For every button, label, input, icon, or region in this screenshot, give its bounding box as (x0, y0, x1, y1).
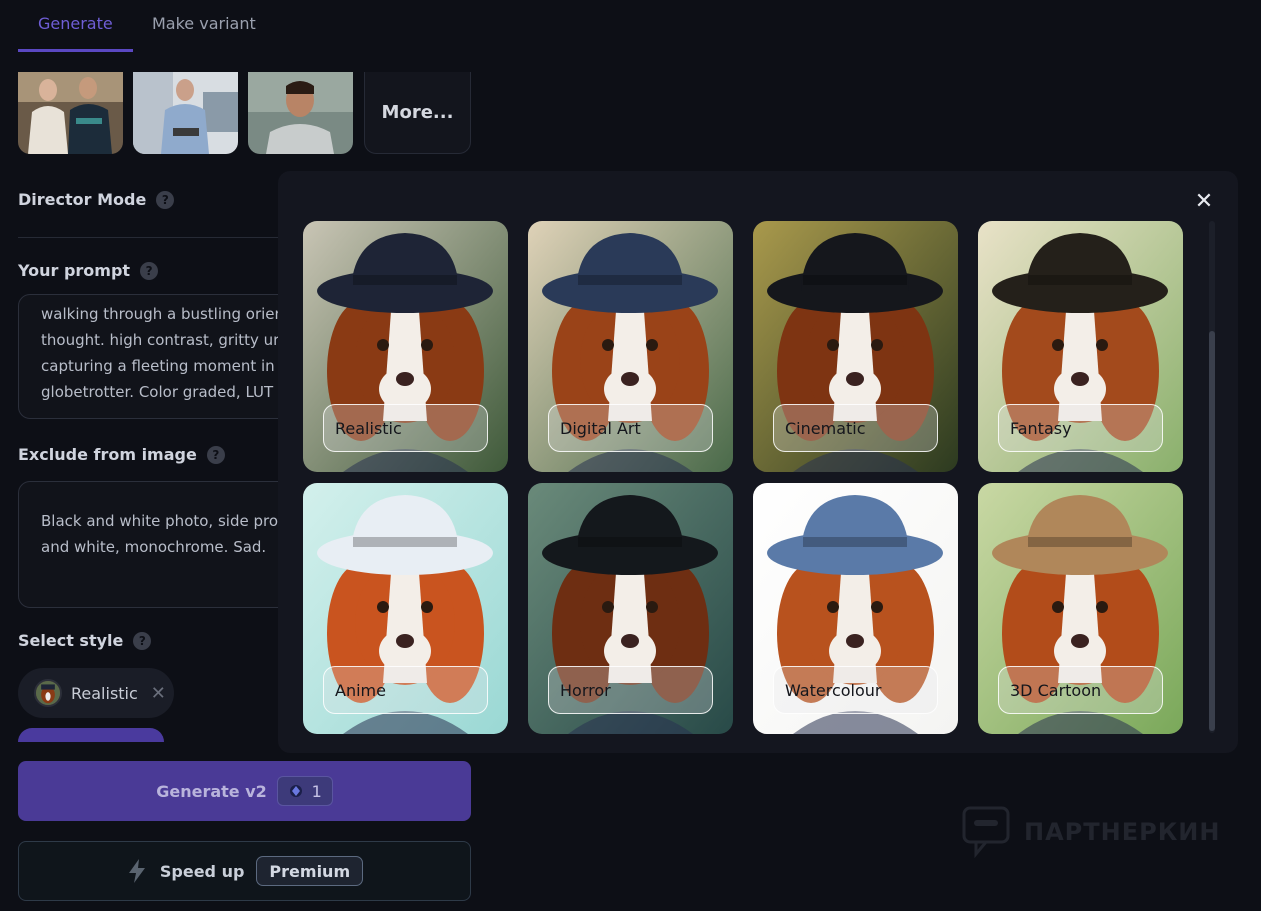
style-card-label: Fantasy (998, 404, 1163, 452)
help-icon[interactable]: ? (133, 631, 152, 650)
hidden-button-edge (18, 728, 164, 742)
preset-thumbnail-man-portrait[interactable] (248, 72, 353, 154)
watermark: ПАРТНЕРКИН (962, 806, 1220, 858)
scrollbar-thumb[interactable] (1209, 331, 1215, 731)
credit-count: 1 (311, 781, 322, 801)
help-icon[interactable]: ? (206, 445, 225, 464)
select-style-row: Select style ? (18, 631, 152, 650)
style-card-label: Watercolour (773, 666, 938, 714)
style-card-digital-art[interactable]: Digital Art (528, 221, 733, 472)
style-card-label: Horror (548, 666, 713, 714)
prompt-label: Your prompt (18, 261, 131, 280)
help-icon[interactable]: ? (156, 190, 175, 209)
style-card-label: Cinematic (773, 404, 938, 452)
prompt-label-row: Your prompt ? (18, 261, 159, 280)
watermark-text: ПАРТНЕРКИН (1024, 818, 1221, 846)
preset-thumbnails: More... (18, 72, 471, 154)
style-card-label: Anime (323, 666, 488, 714)
speed-up-label: Speed up (159, 861, 245, 881)
tab-make-variant[interactable]: Make variant (133, 0, 276, 52)
exclude-label-row: Exclude from image ? (18, 445, 225, 464)
style-card-fantasy[interactable]: Fantasy (978, 221, 1183, 472)
style-picker-modal: ✕ Realistic Digital Art Cinematic Fantasy An… (278, 171, 1238, 753)
style-card-label: 3D Cartoon (998, 666, 1163, 714)
tab-generate[interactable]: Generate (18, 0, 133, 52)
credit-badge: 1 (276, 776, 333, 806)
director-mode-row: Director Mode ? (18, 190, 175, 209)
style-card-anime[interactable]: Anime (303, 483, 508, 734)
generate-button[interactable]: Generate v2 1 (18, 761, 471, 821)
selected-style-chip[interactable]: Realistic ✕ (18, 668, 174, 718)
style-card-realistic[interactable]: Realistic (303, 221, 508, 472)
style-avatar (34, 679, 62, 707)
gem-icon (289, 785, 302, 797)
speed-up-button[interactable]: Speed up Premium (18, 841, 471, 901)
preset-thumbnail-office-man[interactable] (133, 72, 238, 154)
chat-logo-icon (962, 806, 1010, 858)
select-style-label: Select style (18, 631, 124, 650)
selected-style-label: Realistic (71, 683, 138, 703)
close-icon[interactable]: ✕ (1192, 189, 1216, 214)
director-mode-label: Director Mode (18, 190, 147, 209)
style-card-horror[interactable]: Horror (528, 483, 733, 734)
help-icon[interactable]: ? (140, 261, 159, 280)
tab-bar: Generate Make variant (18, 0, 276, 54)
lightning-icon (128, 859, 145, 883)
exclude-label: Exclude from image (18, 445, 197, 464)
generate-label: Generate v2 (156, 781, 267, 801)
style-card-label: Digital Art (548, 404, 713, 452)
more-presets-button[interactable]: More... (364, 72, 471, 154)
style-card-label: Realistic (323, 404, 488, 452)
preset-thumbnail-couple[interactable] (18, 72, 123, 154)
remove-style-icon[interactable]: ✕ (151, 683, 166, 704)
premium-badge: Premium (256, 856, 364, 886)
divider (18, 237, 280, 238)
style-card-cinematic[interactable]: Cinematic (753, 221, 958, 472)
style-card-3d-cartoon[interactable]: 3D Cartoon (978, 483, 1183, 734)
style-card-watercolour[interactable]: Watercolour (753, 483, 958, 734)
